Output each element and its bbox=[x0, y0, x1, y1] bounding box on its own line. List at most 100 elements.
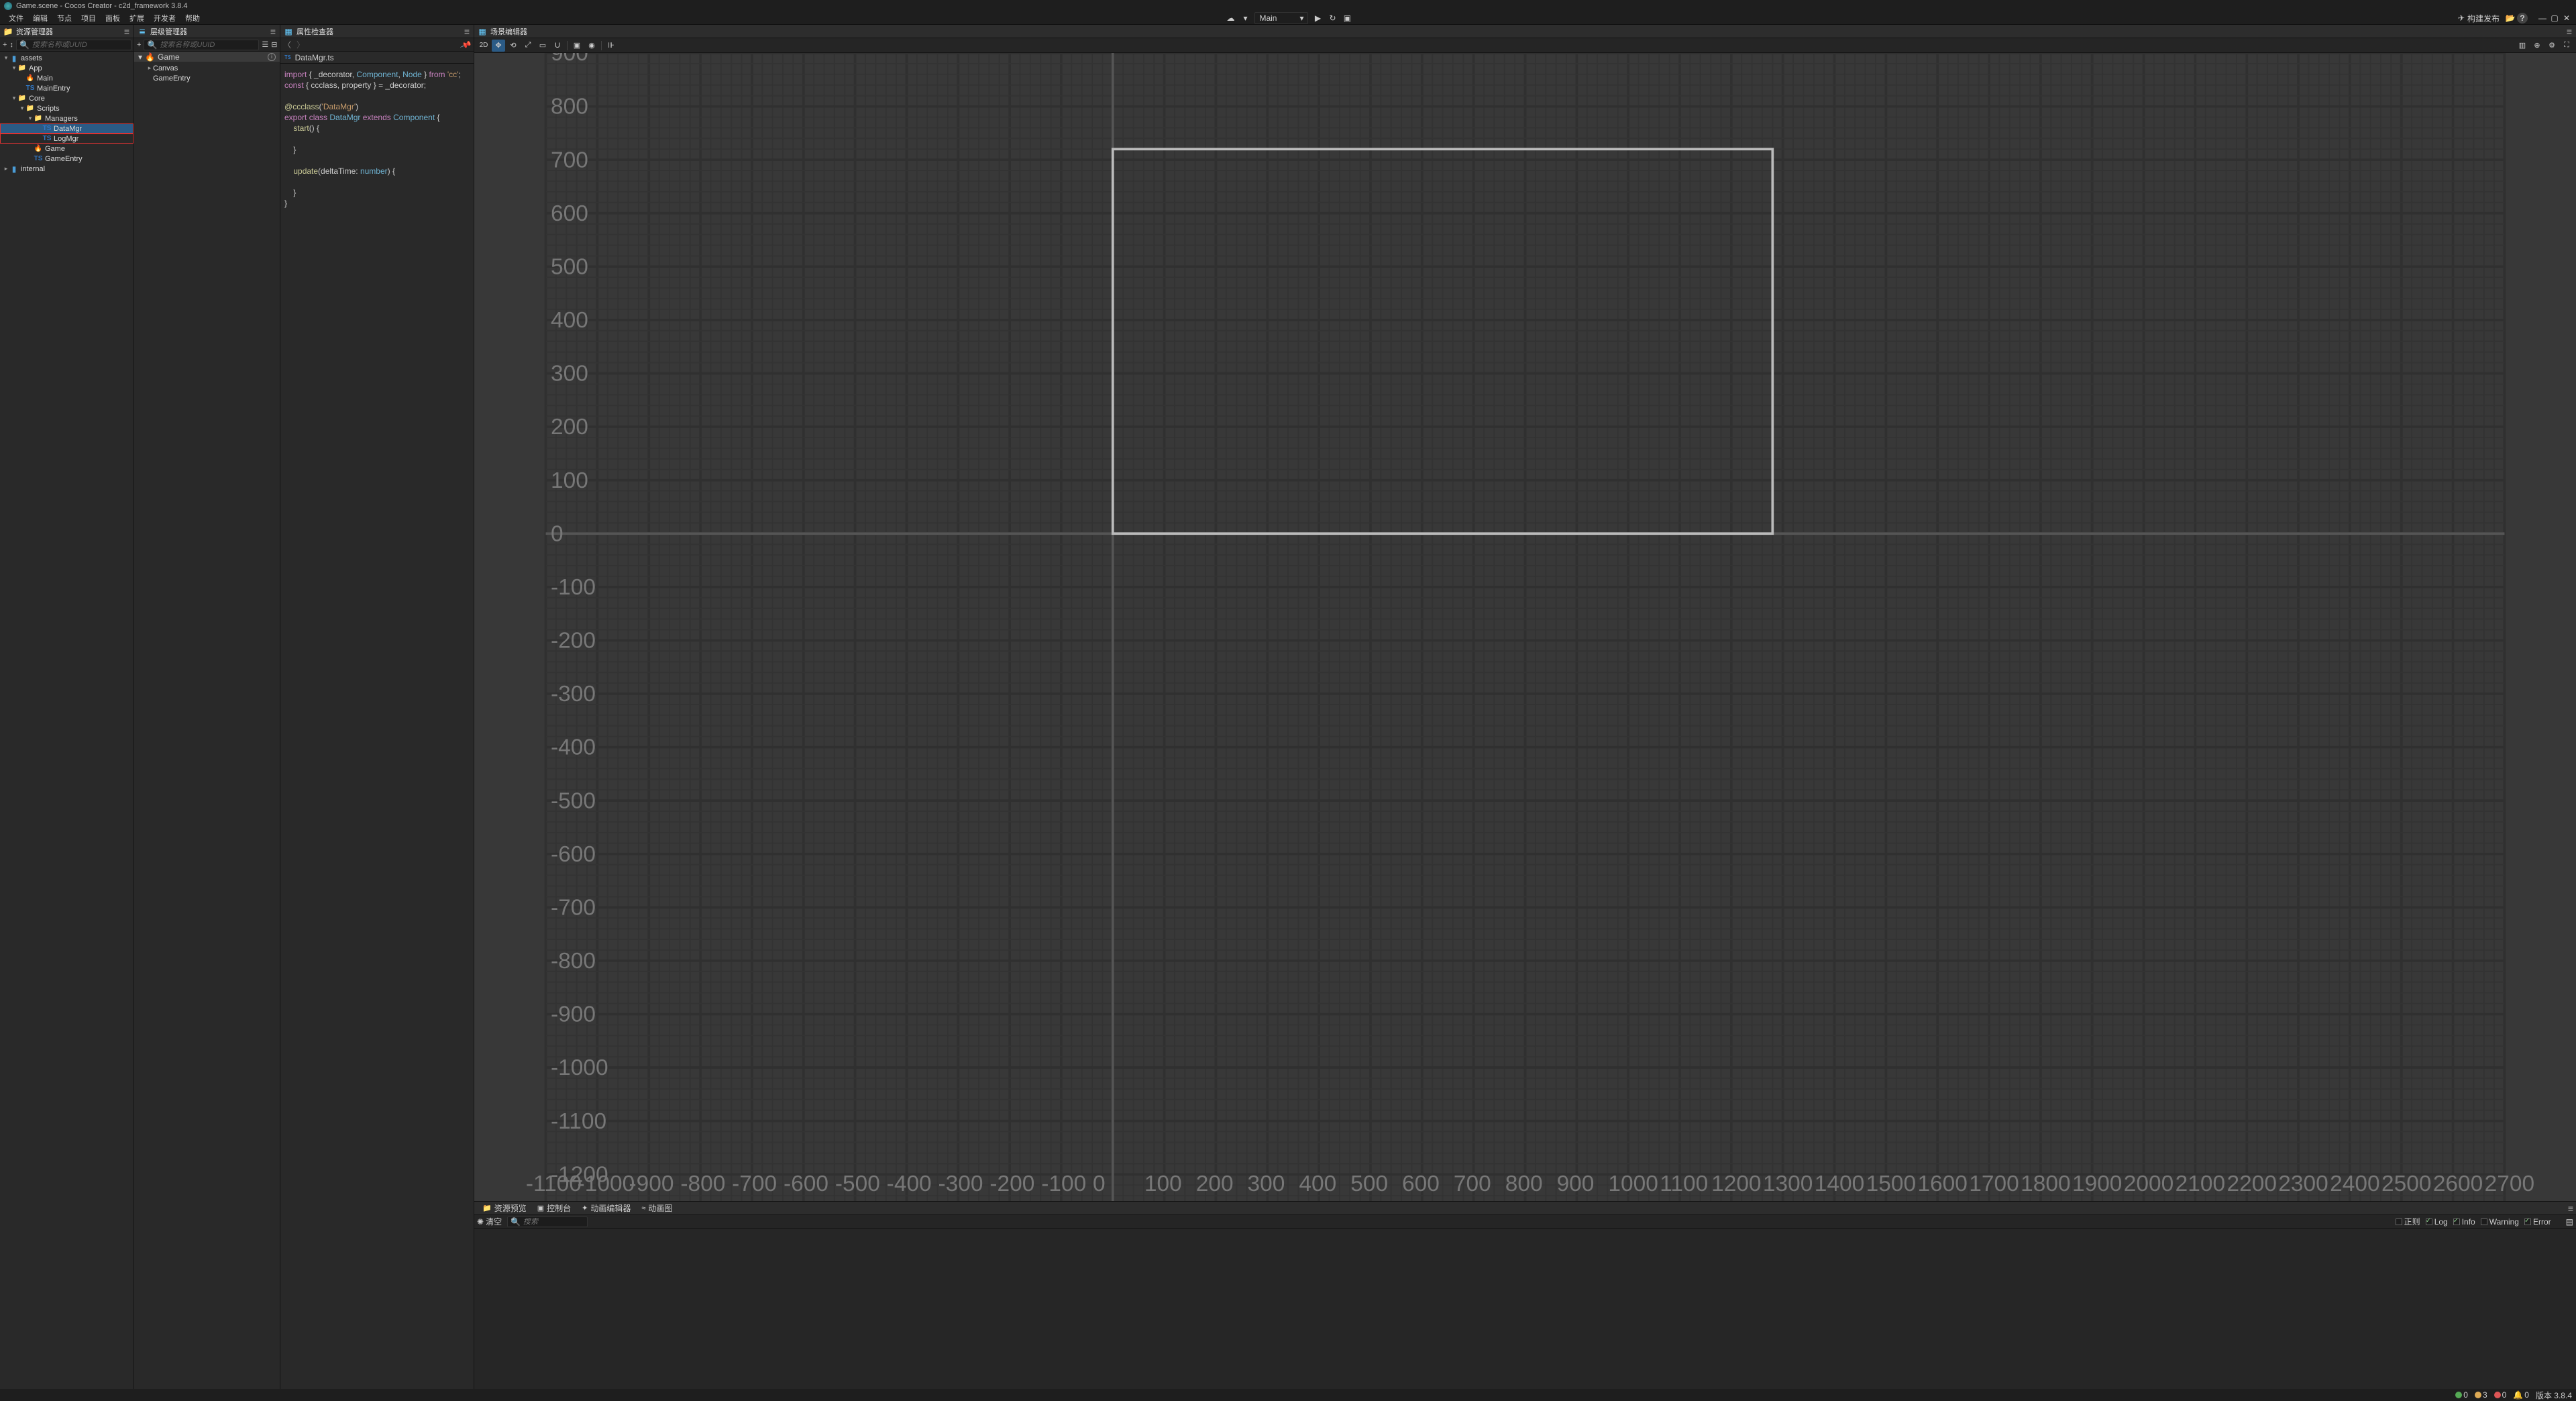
twist-icon[interactable]: ▾ bbox=[11, 64, 17, 72]
add-node-button[interactable]: + bbox=[137, 40, 141, 50]
ts-icon: TS bbox=[25, 85, 35, 93]
fullscreen-button[interactable]: ⛶ bbox=[2560, 40, 2573, 52]
svg-text:700: 700 bbox=[1454, 1172, 1491, 1196]
scene-icon[interactable]: ☁ bbox=[1225, 13, 1236, 23]
menu-面板[interactable]: 面板 bbox=[101, 12, 125, 24]
tree-row[interactable]: ▾📁Core bbox=[0, 93, 133, 103]
play-button[interactable]: ▶ bbox=[1312, 13, 1323, 23]
menu-扩展[interactable]: 扩展 bbox=[125, 12, 149, 24]
bottom-tab[interactable]: ≈动画图 bbox=[636, 1202, 678, 1214]
options-button[interactable]: ☰ bbox=[262, 40, 268, 50]
twist-icon[interactable]: ▸ bbox=[3, 165, 9, 172]
chevron-down-icon[interactable]: ▾ bbox=[138, 52, 142, 62]
align-tool-button[interactable]: ⊪ bbox=[604, 40, 618, 52]
menu-编辑[interactable]: 编辑 bbox=[28, 12, 52, 24]
tree-row[interactable]: ▾📁Managers bbox=[0, 113, 133, 123]
transform-tool-button[interactable]: U bbox=[551, 40, 564, 52]
info-checkbox[interactable]: Info bbox=[2453, 1217, 2475, 1227]
scale-tool-button[interactable]: ⤢ bbox=[521, 40, 535, 52]
tree-row[interactable]: ▾📁App bbox=[0, 63, 133, 73]
menu-帮助[interactable]: 帮助 bbox=[180, 12, 205, 24]
twist-icon[interactable]: ▾ bbox=[3, 54, 9, 62]
tree-row[interactable]: TSMainEntry bbox=[0, 83, 133, 93]
move-tool-button[interactable]: ✥ bbox=[492, 40, 505, 52]
menu-项目[interactable]: 项目 bbox=[76, 12, 101, 24]
build-publish-button[interactable]: ✈构建发布 bbox=[2454, 12, 2504, 25]
anchor-tool-button[interactable]: ▣ bbox=[570, 40, 584, 52]
close-button[interactable]: ✕ bbox=[2561, 13, 2572, 23]
menubar: 文件编辑节点项目面板扩展开发者帮助 ☁ ▾ Main▾ ▶ ↻ ▣ ✈构建发布 … bbox=[0, 12, 2576, 24]
tree-row[interactable]: 🔥Game bbox=[0, 144, 133, 154]
panel-menu-icon[interactable]: ≡ bbox=[2567, 26, 2572, 37]
console-settings-icon[interactable]: ▤ bbox=[2566, 1217, 2573, 1227]
scene-view[interactable]: -1200-1100-1000-900-800-700-600-500-400-… bbox=[474, 53, 2576, 1201]
console-search-input[interactable] bbox=[523, 1218, 619, 1226]
error-checkbox[interactable]: Error bbox=[2524, 1217, 2551, 1227]
menu-开发者[interactable]: 开发者 bbox=[149, 12, 180, 24]
maximize-button[interactable]: ▢ bbox=[2549, 13, 2560, 23]
dropdown-caret-icon[interactable]: ▾ bbox=[1240, 13, 1250, 23]
assets-tree[interactable]: ▾▮assets▾📁App🔥MainTSMainEntry▾📁Core▾📁Scr… bbox=[0, 52, 133, 1389]
hierarchy-scene-row[interactable]: ▾ 🔥 Game i bbox=[134, 52, 280, 62]
tree-row[interactable]: ▾📁Scripts bbox=[0, 103, 133, 113]
assets-search[interactable]: 🔍 bbox=[16, 40, 131, 50]
twist-icon[interactable]: ▸ bbox=[146, 64, 153, 72]
panel-menu-icon[interactable]: ≡ bbox=[270, 26, 276, 37]
pivot-tool-button[interactable]: ◉ bbox=[585, 40, 598, 52]
warning-checkbox[interactable]: Warning bbox=[2481, 1217, 2519, 1227]
panel-menu-icon[interactable]: ≡ bbox=[464, 26, 470, 37]
tree-row[interactable]: 🔥Main bbox=[0, 73, 133, 83]
tree-row[interactable]: GameEntry bbox=[134, 73, 280, 83]
clear-console-button[interactable]: ✺清空 bbox=[477, 1216, 502, 1227]
bottom-tab[interactable]: ✦动画编辑器 bbox=[576, 1202, 636, 1214]
info-icon[interactable]: i bbox=[268, 53, 276, 61]
bottom-tab[interactable]: 📁资源预览 bbox=[477, 1202, 532, 1214]
status-info[interactable]: 0 bbox=[2455, 1390, 2468, 1400]
nav-forward-button[interactable]: 〉 bbox=[297, 39, 305, 50]
menu-节点[interactable]: 节点 bbox=[52, 12, 76, 24]
tree-row[interactable]: ▸▮internal bbox=[0, 164, 133, 174]
status-error[interactable]: 0 bbox=[2494, 1390, 2507, 1400]
tree-row[interactable]: TSDataMgr bbox=[0, 123, 133, 134]
twist-icon[interactable]: ▾ bbox=[11, 95, 17, 102]
gizmo-button[interactable]: ▥ bbox=[2516, 40, 2529, 52]
tab-icon: ▣ bbox=[537, 1204, 544, 1212]
mode-2d-button[interactable]: 2D bbox=[477, 40, 490, 52]
panel-menu-icon[interactable]: ≡ bbox=[124, 26, 129, 37]
tree-row[interactable]: TSGameEntry bbox=[0, 154, 133, 164]
status-notify[interactable]: 🔔0 bbox=[2513, 1390, 2529, 1400]
scene-dropdown[interactable]: Main▾ bbox=[1254, 12, 1308, 24]
tree-row[interactable]: ▸Canvas bbox=[134, 63, 280, 73]
hierarchy-tree[interactable]: ▸CanvasGameEntry bbox=[134, 62, 280, 1389]
twist-icon[interactable]: ▾ bbox=[19, 105, 25, 112]
rect-tool-button[interactable]: ▭ bbox=[536, 40, 549, 52]
collapse-button[interactable]: ⊟ bbox=[271, 40, 277, 50]
twist-icon[interactable]: ▾ bbox=[27, 115, 34, 122]
log-checkbox[interactable]: Log bbox=[2426, 1217, 2448, 1227]
panel-menu-icon[interactable]: ≡ bbox=[2568, 1203, 2573, 1214]
tree-row[interactable]: TSLogMgr bbox=[0, 134, 133, 144]
console-search[interactable]: 🔍 bbox=[507, 1216, 588, 1227]
assets-search-input[interactable] bbox=[32, 41, 128, 49]
regex-checkbox[interactable]: 正则 bbox=[2396, 1216, 2420, 1227]
tree-row[interactable]: ▾▮assets bbox=[0, 53, 133, 63]
pin-icon[interactable]: 📌 bbox=[460, 38, 472, 50]
rotate-tool-button[interactable]: ⟲ bbox=[506, 40, 520, 52]
add-button[interactable]: + bbox=[3, 40, 7, 50]
minimize-button[interactable]: — bbox=[2537, 13, 2548, 23]
reload-button[interactable]: ↻ bbox=[1327, 13, 1338, 23]
camera-button[interactable]: ⊕ bbox=[2530, 40, 2544, 52]
settings-button[interactable]: ⚙ bbox=[2545, 40, 2559, 52]
menu-文件[interactable]: 文件 bbox=[4, 12, 28, 24]
help-button[interactable]: ? bbox=[2517, 13, 2528, 23]
hierarchy-search[interactable]: 🔍 bbox=[144, 40, 259, 50]
hierarchy-search-input[interactable] bbox=[160, 41, 256, 49]
status-warn[interactable]: 3 bbox=[2475, 1390, 2487, 1400]
nav-back-button[interactable]: 〈 bbox=[283, 39, 291, 50]
step-button[interactable]: ▣ bbox=[1342, 13, 1352, 23]
sort-button[interactable]: ↕ bbox=[9, 40, 13, 50]
bottom-tab[interactable]: ▣控制台 bbox=[532, 1202, 576, 1214]
console-body[interactable] bbox=[474, 1229, 2576, 1389]
open-folder-button[interactable]: 📂 bbox=[2505, 13, 2516, 23]
svg-text:1100: 1100 bbox=[1660, 1172, 1708, 1196]
